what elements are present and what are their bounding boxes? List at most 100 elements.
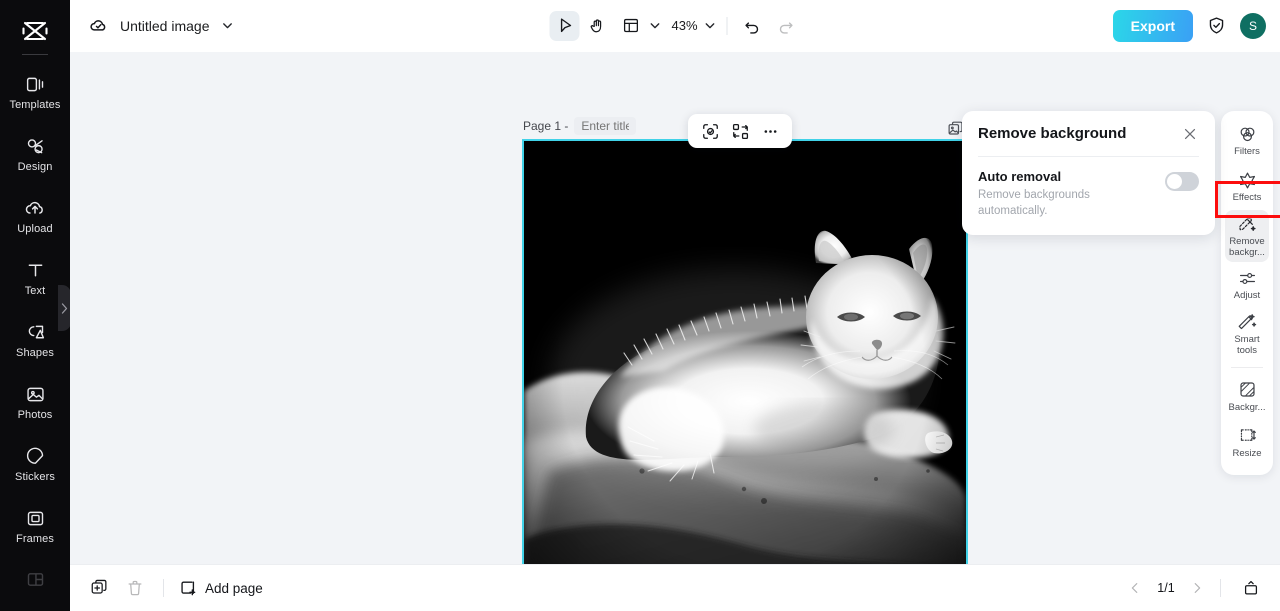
rail-item-effects[interactable]: Effects xyxy=(1225,164,1269,210)
rail-divider xyxy=(1231,367,1263,368)
capcut-editor-window: Templates Design Upload xyxy=(0,0,1280,611)
sidebar-item-stickers[interactable]: Stickers xyxy=(0,433,70,495)
canvas-stage: Page 1 - xyxy=(70,52,1280,564)
left-sidebar: Templates Design Upload xyxy=(0,0,70,611)
rail-item-filters[interactable]: Filters xyxy=(1225,118,1269,164)
present-icon xyxy=(1242,579,1260,597)
canvas-image[interactable] xyxy=(524,141,966,564)
bottom-left-group: Add page xyxy=(86,575,263,601)
templates-icon xyxy=(24,73,46,95)
export-button[interactable]: Export xyxy=(1113,10,1193,42)
duplicate-page-icon xyxy=(90,579,108,597)
swap-replace-icon[interactable] xyxy=(728,119,752,143)
rail-item-smart-tools[interactable]: Smart tools xyxy=(1225,308,1269,360)
smart-tools-icon xyxy=(1237,312,1257,332)
stickers-icon xyxy=(24,445,46,467)
redo-button[interactable] xyxy=(771,11,801,41)
filters-icon xyxy=(1237,124,1257,144)
panel-title: Remove background xyxy=(978,125,1126,142)
adjust-icon xyxy=(1237,268,1257,288)
sidebar-divider xyxy=(22,54,48,55)
canvas-selection-frame[interactable] xyxy=(522,139,968,564)
previous-page-button[interactable] xyxy=(1123,576,1147,600)
rail-label: Remove backgr... xyxy=(1226,237,1268,258)
rail-label: Smart tools xyxy=(1226,335,1268,356)
sidebar-item-design[interactable]: Design xyxy=(0,123,70,185)
cloud-saved-icon[interactable] xyxy=(88,15,109,36)
trash-icon xyxy=(126,579,144,597)
add-page-button[interactable]: Add page xyxy=(179,579,263,597)
select-tool-button[interactable] xyxy=(549,11,579,41)
next-page-button[interactable] xyxy=(1185,576,1209,600)
rail-label: Filters xyxy=(1234,147,1260,158)
rail-item-resize[interactable]: Resize xyxy=(1225,420,1269,466)
shield-check-icon[interactable] xyxy=(1207,16,1226,35)
rail-item-adjust[interactable]: Adjust xyxy=(1225,262,1269,308)
sidebar-item-layouts[interactable] xyxy=(0,557,70,601)
layout-icon xyxy=(622,17,639,34)
bottom-divider-right xyxy=(1220,579,1221,597)
sidebar-collapse-handle[interactable] xyxy=(58,285,70,331)
present-button[interactable] xyxy=(1238,575,1264,601)
auto-removal-row: Auto removal Remove backgrounds automati… xyxy=(978,169,1199,219)
sidebar-label: Frames xyxy=(16,534,54,545)
rail-label: Backgr... xyxy=(1229,403,1266,414)
auto-removal-text-group: Auto removal Remove backgrounds automati… xyxy=(978,169,1096,219)
rail-item-background[interactable]: Backgr... xyxy=(1225,374,1269,420)
sidebar-item-templates[interactable]: Templates xyxy=(0,61,70,123)
document-title[interactable]: Untitled image xyxy=(120,18,210,34)
rail-label: Adjust xyxy=(1234,291,1260,302)
sidebar-label: Shapes xyxy=(16,348,54,359)
background-icon xyxy=(1237,380,1257,400)
upload-cloud-icon xyxy=(24,197,46,219)
remove-background-panel: Remove background Auto removal Remove ba… xyxy=(962,111,1215,235)
bottom-divider xyxy=(163,579,164,597)
layout-chevron-down-icon[interactable] xyxy=(648,19,661,32)
zoom-chevron-down-icon[interactable] xyxy=(704,19,717,32)
delete-page-button[interactable] xyxy=(122,575,148,601)
layout-tool-button[interactable] xyxy=(615,11,645,41)
toolbar-divider xyxy=(727,17,728,35)
chevron-left-icon xyxy=(1128,581,1142,595)
sidebar-item-photos[interactable]: Photos xyxy=(0,371,70,433)
undo-button[interactable] xyxy=(738,11,768,41)
toggle-knob xyxy=(1167,174,1182,189)
sidebar-item-frames[interactable]: Frames xyxy=(0,495,70,557)
panel-divider xyxy=(978,156,1199,157)
sidebar-label: Design xyxy=(18,162,53,173)
document-title-group: Untitled image xyxy=(88,15,234,36)
capcut-logo[interactable] xyxy=(20,14,50,48)
remove-background-icon xyxy=(1237,214,1257,234)
bottom-right-group: 1/1 xyxy=(1123,575,1264,601)
rail-label: Effects xyxy=(1233,193,1262,204)
panel-header: Remove background xyxy=(978,125,1199,143)
zoom-level[interactable]: 43% xyxy=(668,18,700,33)
top-toolbar: Untitled image xyxy=(70,0,1280,52)
page-title-input[interactable] xyxy=(574,117,636,135)
layout-grid-icon xyxy=(24,568,46,590)
topbar-right-group: Export S xyxy=(1113,10,1266,42)
rail-item-remove-background[interactable]: Remove backgr... xyxy=(1225,210,1269,262)
rail-label: Resize xyxy=(1232,449,1261,460)
bottom-bar: Add page 1/1 xyxy=(70,564,1280,611)
auto-removal-label: Auto removal xyxy=(978,169,1096,184)
undo-icon xyxy=(744,17,762,35)
sidebar-label: Text xyxy=(25,286,46,297)
sidebar-item-upload[interactable]: Upload xyxy=(0,185,70,247)
resize-icon xyxy=(1237,426,1257,446)
duplicate-page-button[interactable] xyxy=(86,575,112,601)
auto-removal-description: Remove backgrounds automatically. xyxy=(978,188,1096,219)
close-icon[interactable] xyxy=(1181,125,1199,143)
user-avatar[interactable]: S xyxy=(1240,13,1266,39)
frames-icon xyxy=(24,507,46,529)
hand-tool-button[interactable] xyxy=(582,11,612,41)
sidebar-label: Upload xyxy=(17,224,52,235)
right-tool-rail: Filters Effects xyxy=(1221,111,1273,475)
auto-removal-toggle[interactable] xyxy=(1165,172,1199,191)
image-float-toolbar xyxy=(688,114,792,148)
add-page-label: Add page xyxy=(205,581,263,596)
more-options-icon[interactable] xyxy=(758,119,782,143)
magic-select-icon[interactable] xyxy=(698,119,722,143)
design-icon xyxy=(24,135,46,157)
chevron-down-icon[interactable] xyxy=(221,19,234,32)
